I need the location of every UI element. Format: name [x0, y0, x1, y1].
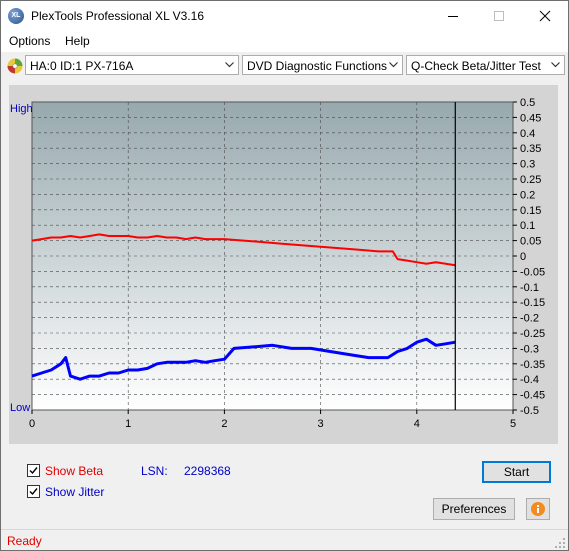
y-tick-label: 0 [520, 251, 526, 263]
disc-drive-icon [7, 58, 23, 74]
start-button[interactable]: Start [482, 461, 551, 483]
x-tick-label: 1 [125, 418, 131, 430]
show-jitter-checkbox[interactable] [27, 485, 40, 498]
menu-help[interactable]: Help [65, 34, 90, 48]
title-bar: XL PlexTools Professional XL V3.16 [1, 1, 568, 31]
grid-lines [32, 102, 513, 410]
drive-select-value: HA:0 ID:1 PX-716A [30, 59, 134, 73]
y-tick-label: 0.1 [520, 220, 535, 232]
info-button[interactable] [526, 498, 550, 520]
function-select-value: DVD Diagnostic Functions [247, 59, 388, 73]
y-right-axis: 0.5 0.45 0.4 0.35 0.3 0.25 0.2 0.15 0.1 0.05 0 -0.0… [513, 97, 545, 417]
menu-options[interactable]: Options [9, 34, 50, 48]
lsn-label: LSN: [141, 464, 168, 478]
show-jitter-label[interactable]: Show Jitter [45, 485, 104, 499]
x-tick-label: 4 [414, 418, 420, 430]
x-tick-label: 0 [29, 418, 35, 430]
status-bar: Ready [1, 529, 568, 550]
beta-jitter-chart: High Low 0 1 2 3 4 5 0.5 0.45 0.4 0.35 0.3 0.25 0.2… [10, 97, 545, 430]
axis-low-label: Low [10, 402, 30, 414]
minimize-button[interactable] [430, 1, 476, 31]
x-axis: 0 1 2 3 4 5 [29, 410, 516, 430]
y-tick-label: -0.1 [520, 282, 539, 294]
test-select[interactable]: Q-Check Beta/Jitter Test [406, 55, 565, 75]
x-tick-label: 2 [221, 418, 227, 430]
preferences-button[interactable]: Preferences [433, 498, 515, 520]
y-tick-label: -0.5 [520, 405, 539, 417]
maximize-button[interactable] [476, 1, 522, 31]
checkmark-icon [29, 467, 38, 475]
y-tick-label: 0.4 [520, 128, 535, 140]
chevron-down-icon [225, 62, 234, 68]
chart-panel: High Low 0 1 2 3 4 5 0.5 0.45 0.4 0.35 0.3 0.25 0.2… [9, 85, 558, 444]
y-tick-label: -0.35 [520, 359, 545, 371]
window-title: PlexTools Professional XL V3.16 [31, 9, 204, 23]
y-tick-label: -0.2 [520, 313, 539, 325]
chevron-down-icon [389, 62, 398, 68]
show-beta-checkbox[interactable] [27, 464, 40, 477]
minimize-icon [448, 16, 458, 17]
drive-select[interactable]: HA:0 ID:1 PX-716A [25, 55, 239, 75]
y-tick-label: 0.35 [520, 143, 541, 155]
resize-grip-icon[interactable] [554, 537, 566, 549]
y-tick-label: 0.5 [520, 97, 535, 109]
y-tick-label: 0.25 [520, 174, 541, 186]
app-logo-icon: XL [8, 8, 24, 24]
x-tick-label: 3 [318, 418, 324, 430]
info-icon [531, 502, 545, 516]
y-tick-label: -0.05 [520, 266, 545, 278]
show-beta-label[interactable]: Show Beta [45, 464, 103, 478]
menu-bar: Options Help [1, 31, 568, 52]
y-tick-label: 0.05 [520, 236, 541, 248]
x-tick-label: 5 [510, 418, 516, 430]
chevron-down-icon [551, 62, 560, 68]
close-button[interactable] [522, 1, 568, 31]
y-tick-label: 0.2 [520, 189, 535, 201]
close-icon [539, 10, 551, 22]
test-select-value: Q-Check Beta/Jitter Test [411, 59, 541, 73]
controls-panel: Show Beta Show Jitter LSN: 2298368 Start… [9, 449, 558, 525]
function-select[interactable]: DVD Diagnostic Functions [242, 55, 403, 75]
y-tick-label: -0.45 [520, 390, 545, 402]
status-text: Ready [7, 534, 42, 548]
menu-options-label: Options [9, 34, 51, 48]
toolbar: HA:0 ID:1 PX-716A DVD Diagnostic Functio… [1, 52, 568, 80]
y-tick-label: -0.15 [520, 297, 545, 309]
lsn-value: 2298368 [184, 464, 231, 478]
y-tick-label: -0.4 [520, 374, 539, 386]
maximize-icon [494, 11, 504, 21]
axis-high-label: High [10, 103, 33, 115]
app-window: XL PlexTools Professional XL V3.16 Optio… [0, 0, 569, 551]
menu-help-label: Help [65, 34, 90, 48]
y-tick-label: -0.25 [520, 328, 545, 340]
y-tick-label: 0.15 [520, 205, 541, 217]
y-tick-label: 0.45 [520, 112, 541, 124]
y-tick-label: 0.3 [520, 159, 535, 171]
checkmark-icon [29, 488, 38, 496]
y-tick-label: -0.3 [520, 343, 539, 355]
